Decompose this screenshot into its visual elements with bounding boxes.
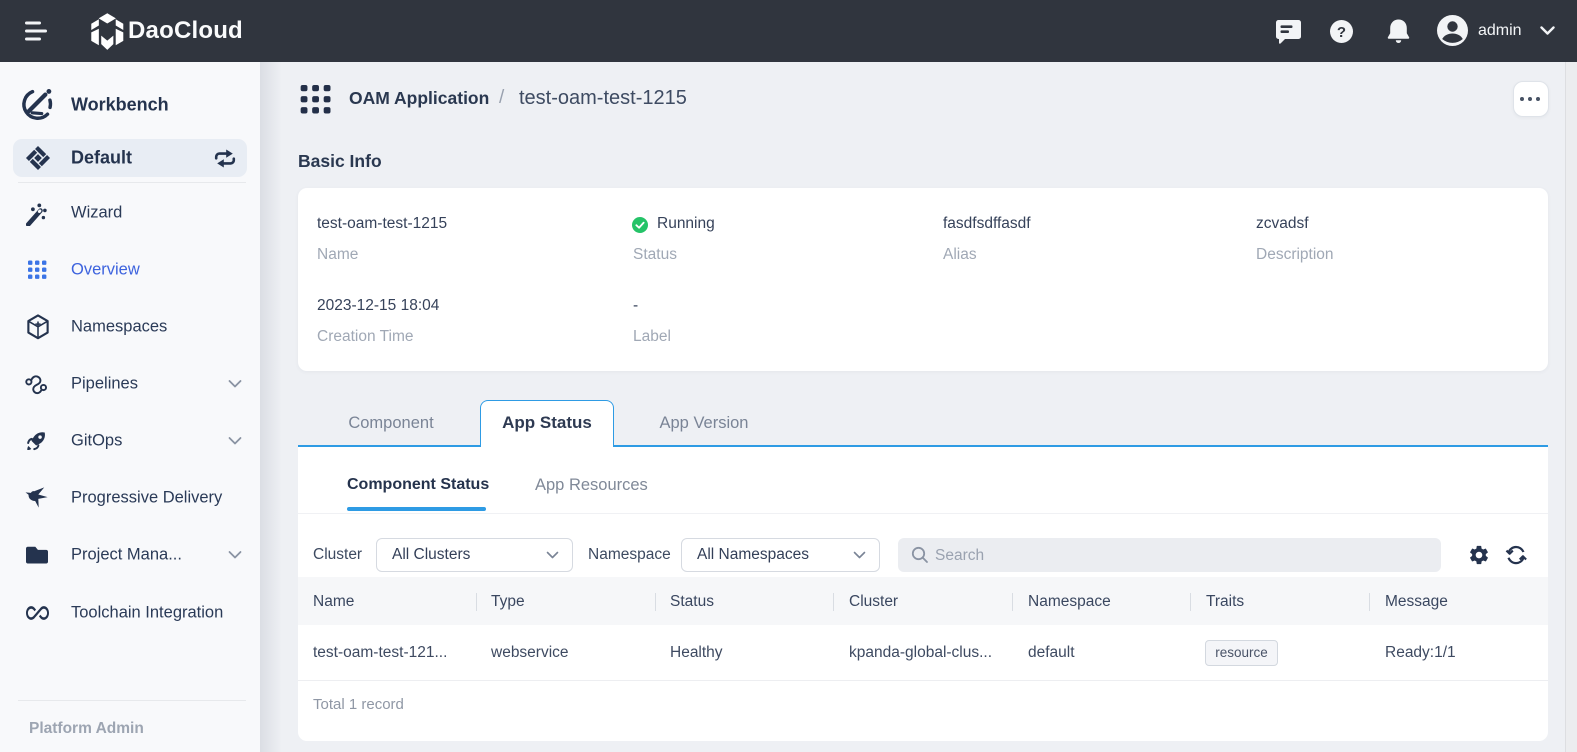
svg-text:?: ? (1337, 24, 1346, 41)
